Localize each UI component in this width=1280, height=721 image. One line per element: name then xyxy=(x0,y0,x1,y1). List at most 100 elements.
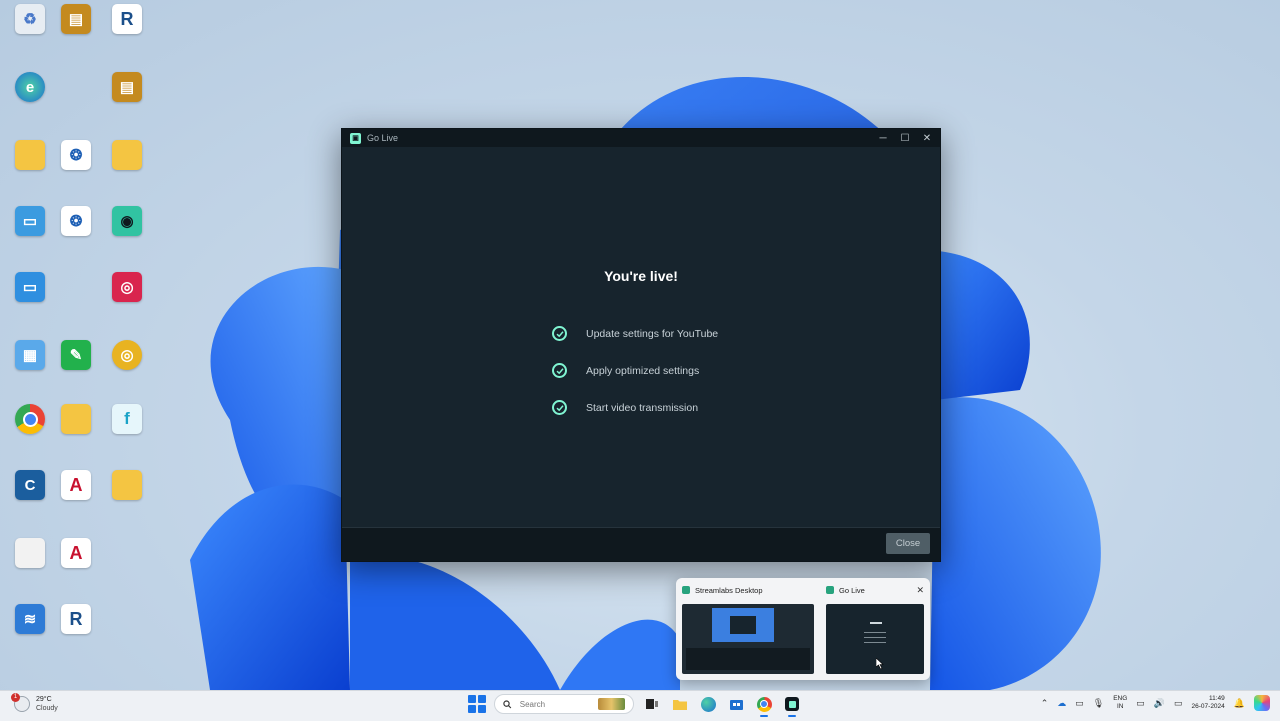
autocad-icon: A xyxy=(61,470,91,500)
edge-icon xyxy=(700,696,716,712)
desktop-icon-app-f[interactable]: f xyxy=(97,404,157,434)
edge-icon: e xyxy=(15,72,45,102)
notification-bell-icon[interactable]: 🔔 xyxy=(1234,698,1245,709)
taskbar-file-explorer[interactable] xyxy=(670,694,690,714)
streamlabs-icon: ◉ xyxy=(112,206,142,236)
app-icon: f xyxy=(112,404,142,434)
app-icon: ❂ xyxy=(61,206,91,236)
step-item: Start video transmission xyxy=(552,389,718,426)
title-bar[interactable]: ▣ Go Live ─ ☐ ✕ xyxy=(342,129,940,147)
windows-logo-icon xyxy=(478,705,486,713)
desktop-icon-autocad-2[interactable]: A xyxy=(46,538,106,568)
preview-close-icon[interactable]: ✕ xyxy=(916,585,924,596)
folder-icon xyxy=(112,470,142,500)
archive-icon: ▤ xyxy=(112,72,142,102)
monitor-icon[interactable]: ▭ xyxy=(1136,698,1145,709)
app-icon: ❂ xyxy=(61,140,91,170)
taskbar: 1 29°C Cloudy ⌃ ☁ ▭ 🎙 ENG IN ▭ 🔊 xyxy=(0,690,1280,721)
close-button[interactable]: Close xyxy=(886,533,930,554)
taskbar-search[interactable] xyxy=(494,694,634,714)
search-highlight-image xyxy=(597,698,625,710)
desktop-icon-camera[interactable]: ◎ xyxy=(97,272,157,302)
maximize-button[interactable]: ☐ xyxy=(900,133,910,144)
volume-icon[interactable]: 🔊 xyxy=(1154,698,1165,709)
desktop-icon-edge[interactable]: e xyxy=(0,72,60,102)
close-window-button[interactable]: ✕ xyxy=(922,133,932,144)
thumbnail-line xyxy=(864,637,886,638)
step-item: Apply optimized settings xyxy=(552,352,718,389)
weather-widget[interactable]: 1 29°C Cloudy xyxy=(11,693,58,713)
language-code: ENG xyxy=(1113,695,1128,702)
microphone-icon[interactable]: 🎙 xyxy=(1093,698,1104,709)
task-view-icon xyxy=(646,699,658,709)
recycle-bin-icon: ♻ xyxy=(15,4,45,34)
desktop-icon-this-pc[interactable]: ▭ xyxy=(0,272,60,302)
folder-icon xyxy=(673,700,687,710)
preview-streamlabs-desktop[interactable]: Streamlabs Desktop xyxy=(678,578,818,680)
preview-title: Streamlabs Desktop xyxy=(695,585,763,595)
desktop-icon-revit-1[interactable]: R xyxy=(97,4,157,34)
taskbar-apps xyxy=(468,694,802,717)
battery-icon[interactable]: ▭ xyxy=(1174,698,1183,709)
language-indicator[interactable]: ENG IN xyxy=(1113,695,1127,711)
check-circle-icon xyxy=(552,363,567,378)
document-icon xyxy=(15,538,45,568)
streamlabs-logo-icon: ▣ xyxy=(350,132,361,144)
clock[interactable]: 11:49 26-07-2024 xyxy=(1192,695,1225,711)
preview-header: Go Live ✕ xyxy=(822,578,928,602)
desktop-icon-revit-2[interactable]: R xyxy=(46,604,106,634)
window-controls: ─ ☐ ✕ xyxy=(878,133,932,144)
desktop-icon-folder-4[interactable] xyxy=(97,470,157,500)
monitor-icon: ▭ xyxy=(15,272,45,302)
revit-icon: R xyxy=(112,4,142,34)
folder-icon xyxy=(112,140,142,170)
app-icon: ✎ xyxy=(61,340,91,370)
thumbnail-mixer xyxy=(686,648,810,670)
step-label: Apply optimized settings xyxy=(586,364,700,377)
preview-go-live[interactable]: Go Live ✕ xyxy=(822,578,928,680)
check-circle-icon xyxy=(552,400,567,415)
thumbnail-heading xyxy=(870,622,882,624)
taskbar-chrome[interactable] xyxy=(754,694,774,717)
network-icon[interactable]: ▭ xyxy=(1075,698,1084,709)
autocad-icon: A xyxy=(61,538,91,568)
go-live-window: ▣ Go Live ─ ☐ ✕ You're live! Update sett… xyxy=(341,128,941,562)
check-circle-icon xyxy=(552,326,567,341)
weather-temperature: 29°C xyxy=(36,696,52,703)
network-icon: ▭ xyxy=(15,206,45,236)
desktop-icon-folder-3[interactable] xyxy=(97,140,157,170)
step-label: Update settings for YouTube xyxy=(586,327,719,340)
step-label: Start video transmission xyxy=(586,401,699,414)
archive-icon: ▤ xyxy=(61,4,91,34)
step-list: Update settings for YouTube Apply optimi… xyxy=(552,315,718,426)
taskbar-store[interactable] xyxy=(726,694,746,714)
preview-thumbnail xyxy=(826,604,924,674)
chrome-icon xyxy=(756,696,772,712)
chevron-up-icon[interactable]: ⌃ xyxy=(1041,698,1049,709)
copilot-icon[interactable] xyxy=(1254,695,1270,711)
taskbar-streamlabs[interactable] xyxy=(782,694,802,717)
minimize-button[interactable]: ─ xyxy=(878,133,888,144)
desktop-icon-app-yellow[interactable]: ◎ xyxy=(97,340,157,370)
preview-thumbnail xyxy=(682,604,814,674)
desktop-icon-streamlabs[interactable]: ◉ xyxy=(97,206,157,236)
window-footer: Close xyxy=(342,527,940,561)
notification-badge: 1 xyxy=(11,693,20,702)
window-title: Go Live xyxy=(367,133,399,143)
desktop-icon-archive-2[interactable]: ▤ xyxy=(97,72,157,102)
windows-logo-icon xyxy=(468,705,476,713)
start-button[interactable] xyxy=(468,695,486,713)
weather-condition: Cloudy xyxy=(36,705,58,712)
folder-icon xyxy=(15,140,45,170)
search-icon xyxy=(503,699,512,708)
thumbnail-line xyxy=(864,632,886,633)
system-tray: ⌃ ☁ ▭ 🎙 ENG IN ▭ 🔊 ▭ 11:49 26-07-2024 🔔 xyxy=(1041,695,1270,711)
taskbar-task-view[interactable] xyxy=(642,694,662,714)
folder-icon xyxy=(61,404,91,434)
streamlabs-icon xyxy=(785,697,799,711)
search-input[interactable] xyxy=(517,698,592,710)
windows-logo-icon xyxy=(478,695,486,703)
taskbar-edge[interactable] xyxy=(698,694,718,714)
store-icon xyxy=(729,700,743,710)
onedrive-cloud-icon[interactable]: ☁ xyxy=(1057,698,1066,709)
